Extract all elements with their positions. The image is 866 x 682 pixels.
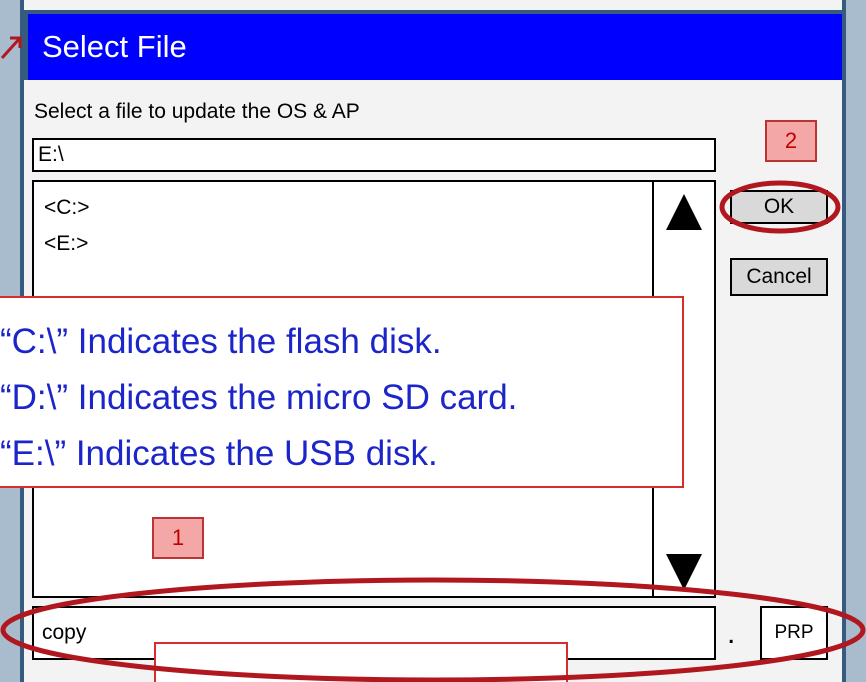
- ok-button[interactable]: OK: [730, 190, 828, 224]
- dialog-prompt: Select a file to update the OS & AP: [34, 100, 360, 123]
- drive-info-callout: “C:\” Indicates the flash disk. “D:\” In…: [0, 296, 684, 488]
- step-badge-1: 1: [152, 517, 204, 559]
- callout-line-e: “E:\” Indicates the USB disk.: [0, 434, 438, 473]
- list-item[interactable]: <C:>: [44, 196, 90, 220]
- dialog-title: Select File: [24, 10, 846, 80]
- pointer-arrow-icon: [0, 36, 22, 60]
- scroll-up-icon[interactable]: [666, 194, 702, 230]
- callout-line-c: “C:\” Indicates the flash disk.: [0, 322, 442, 361]
- callout-line-d: “D:\” Indicates the micro SD card.: [0, 378, 518, 417]
- extension-field[interactable]: PRP: [760, 606, 828, 660]
- lower-callout-box: [154, 642, 568, 682]
- path-input[interactable]: E:\: [32, 138, 716, 172]
- cancel-button[interactable]: Cancel: [730, 258, 828, 296]
- scroll-down-icon[interactable]: [666, 554, 702, 590]
- list-item[interactable]: <E:>: [44, 232, 88, 256]
- extension-separator: .: [727, 617, 736, 650]
- step-badge-2: 2: [765, 120, 817, 162]
